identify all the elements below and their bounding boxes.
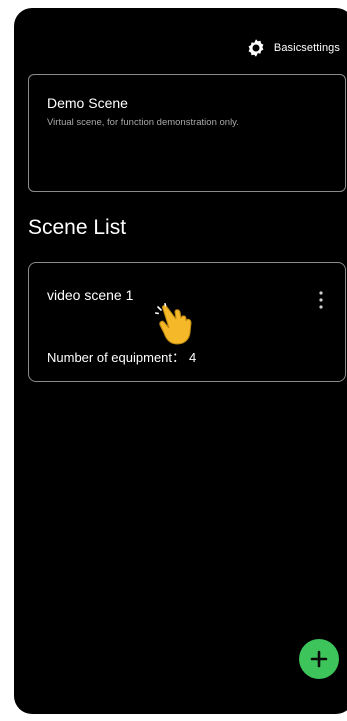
more-options-button[interactable] bbox=[311, 285, 331, 315]
gear-icon bbox=[248, 39, 264, 57]
demo-scene-subtitle: Virtual scene, for function demonstratio… bbox=[47, 117, 239, 128]
demo-scene-card[interactable]: Demo Scene Virtual scene, for function d… bbox=[28, 74, 346, 192]
demo-scene-title: Demo Scene bbox=[47, 95, 128, 111]
settings-label: Basicsettings bbox=[273, 42, 340, 54]
scene-name: video scene 1 bbox=[47, 287, 134, 303]
equipment-count: 4 bbox=[189, 350, 197, 365]
scene-list-title: Scene List bbox=[28, 216, 127, 239]
plus-icon bbox=[310, 650, 328, 668]
more-vertical-icon bbox=[319, 291, 323, 309]
pointing-hand-icon bbox=[155, 303, 192, 345]
equipment-count-row: Number of equipment： 4 bbox=[47, 347, 196, 366]
app-screen: Basicsettings Demo Scene Virtual scene, … bbox=[14, 8, 347, 714]
equipment-label: Number of equipment： bbox=[47, 350, 186, 365]
basic-settings-button[interactable]: Basicsettings bbox=[246, 38, 340, 58]
add-scene-button[interactable] bbox=[299, 639, 339, 679]
scene-card[interactable]: video scene 1 Number of equipment： 4 bbox=[28, 262, 346, 382]
